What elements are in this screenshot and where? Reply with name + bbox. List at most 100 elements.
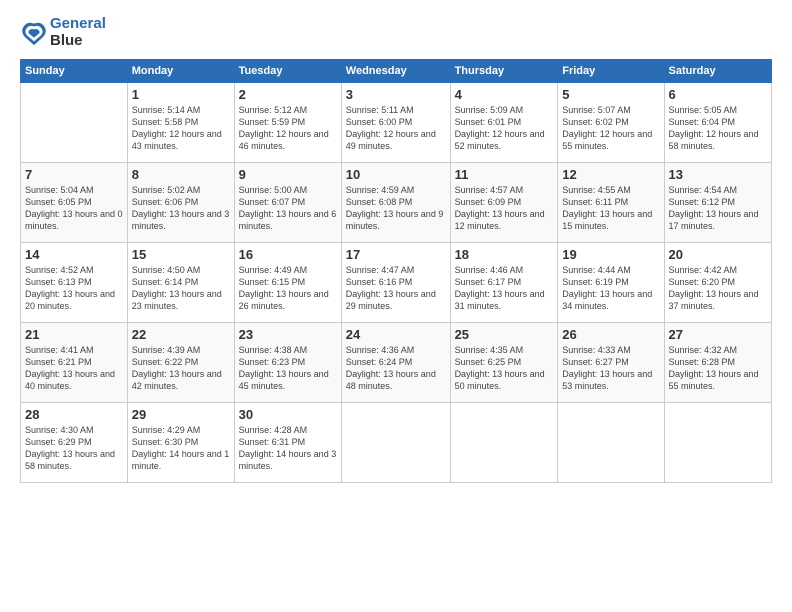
calendar-cell [341,403,450,483]
day-info: Sunrise: 4:50 AMSunset: 6:14 PMDaylight:… [132,264,230,313]
day-info: Sunrise: 4:30 AMSunset: 6:29 PMDaylight:… [25,424,123,473]
calendar-cell: 18 Sunrise: 4:46 AMSunset: 6:17 PMDayligh… [450,243,558,323]
day-info: Sunrise: 4:55 AMSunset: 6:11 PMDaylight:… [562,184,659,233]
day-info: Sunrise: 4:59 AMSunset: 6:08 PMDaylight:… [346,184,446,233]
weekday-header-saturday: Saturday [664,60,771,83]
calendar-cell: 22 Sunrise: 4:39 AMSunset: 6:22 PMDayligh… [127,323,234,403]
calendar-cell: 24 Sunrise: 4:36 AMSunset: 6:24 PMDayligh… [341,323,450,403]
day-number: 13 [669,167,767,182]
day-info: Sunrise: 4:36 AMSunset: 6:24 PMDaylight:… [346,344,446,393]
calendar-cell: 15 Sunrise: 4:50 AMSunset: 6:14 PMDayligh… [127,243,234,323]
day-info: Sunrise: 4:49 AMSunset: 6:15 PMDaylight:… [239,264,337,313]
calendar-cell: 29 Sunrise: 4:29 AMSunset: 6:30 PMDayligh… [127,403,234,483]
calendar-cell [21,83,128,163]
day-number: 8 [132,167,230,182]
day-info: Sunrise: 5:14 AMSunset: 5:58 PMDaylight:… [132,104,230,153]
calendar-cell: 14Sunrise: 4:52 AMSunset: 6:13 PMDayligh… [21,243,128,323]
day-info: Sunrise: 5:09 AMSunset: 6:01 PMDaylight:… [455,104,554,153]
day-number: 23 [239,327,337,342]
day-number: 21 [25,327,123,342]
calendar-table: SundayMondayTuesdayWednesdayThursdayFrid… [20,59,772,483]
day-info: Sunrise: 4:57 AMSunset: 6:09 PMDaylight:… [455,184,554,233]
day-info: Sunrise: 5:12 AMSunset: 5:59 PMDaylight:… [239,104,337,153]
calendar-cell [450,403,558,483]
day-number: 28 [25,407,123,422]
calendar-cell: 13Sunrise: 4:54 AMSunset: 6:12 PMDayligh… [664,163,771,243]
day-number: 17 [346,247,446,262]
calendar-cell: 19 Sunrise: 4:44 AMSunset: 6:19 PMDayligh… [558,243,664,323]
calendar-cell: 10 Sunrise: 4:59 AMSunset: 6:08 PMDayligh… [341,163,450,243]
calendar-cell: 12 Sunrise: 4:55 AMSunset: 6:11 PMDayligh… [558,163,664,243]
day-number: 6 [669,87,767,102]
weekday-header-tuesday: Tuesday [234,60,341,83]
calendar-cell: 27 Sunrise: 4:32 AMSunset: 6:28 PMDayligh… [664,323,771,403]
day-number: 19 [562,247,659,262]
day-number: 18 [455,247,554,262]
logo-text: General Blue [50,16,106,49]
day-info: Sunrise: 4:38 AMSunset: 6:23 PMDaylight:… [239,344,337,393]
weekday-header-monday: Monday [127,60,234,83]
calendar-cell: 5 Sunrise: 5:07 AMSunset: 6:02 PMDaylight… [558,83,664,163]
day-info: Sunrise: 4:29 AMSunset: 6:30 PMDaylight:… [132,424,230,473]
day-info: Sunrise: 4:42 AMSunset: 6:20 PMDaylight:… [669,264,767,313]
day-info: Sunrise: 4:52 AMSunset: 6:13 PMDaylight:… [25,264,123,313]
day-number: 3 [346,87,446,102]
day-info: Sunrise: 5:02 AMSunset: 6:06 PMDaylight:… [132,184,230,233]
header: General Blue [20,16,772,49]
calendar-cell: 7 Sunrise: 5:04 AMSunset: 6:05 PMDaylight… [21,163,128,243]
day-info: Sunrise: 5:11 AMSunset: 6:00 PMDaylight:… [346,104,446,153]
day-number: 11 [455,167,554,182]
calendar-cell: 9 Sunrise: 5:00 AMSunset: 6:07 PMDaylight… [234,163,341,243]
calendar-cell: 23 Sunrise: 4:38 AMSunset: 6:23 PMDayligh… [234,323,341,403]
calendar-cell: 20 Sunrise: 4:42 AMSunset: 6:20 PMDayligh… [664,243,771,323]
day-info: Sunrise: 4:47 AMSunset: 6:16 PMDaylight:… [346,264,446,313]
day-number: 15 [132,247,230,262]
day-number: 4 [455,87,554,102]
calendar-cell: 28 Sunrise: 4:30 AMSunset: 6:29 PMDayligh… [21,403,128,483]
page: General Blue SundayMondayTuesdayWednesda… [0,0,792,612]
day-info: Sunrise: 4:35 AMSunset: 6:25 PMDaylight:… [455,344,554,393]
calendar-cell [664,403,771,483]
day-number: 22 [132,327,230,342]
day-number: 9 [239,167,337,182]
calendar-cell [558,403,664,483]
day-number: 7 [25,167,123,182]
day-info: Sunrise: 4:39 AMSunset: 6:22 PMDaylight:… [132,344,230,393]
day-info: Sunrise: 4:28 AMSunset: 6:31 PMDaylight:… [239,424,337,473]
calendar-cell: 25Sunrise: 4:35 AMSunset: 6:25 PMDayligh… [450,323,558,403]
logo: General Blue [20,16,106,49]
day-number: 30 [239,407,337,422]
weekday-header-sunday: Sunday [21,60,128,83]
day-info: Sunrise: 5:05 AMSunset: 6:04 PMDaylight:… [669,104,767,153]
day-info: Sunrise: 4:32 AMSunset: 6:28 PMDaylight:… [669,344,767,393]
calendar-cell: 1 Sunrise: 5:14 AMSunset: 5:58 PMDaylight… [127,83,234,163]
day-number: 10 [346,167,446,182]
calendar-cell: 8 Sunrise: 5:02 AMSunset: 6:06 PMDaylight… [127,163,234,243]
calendar-cell: 11 Sunrise: 4:57 AMSunset: 6:09 PMDayligh… [450,163,558,243]
day-number: 2 [239,87,337,102]
day-info: Sunrise: 4:41 AMSunset: 6:21 PMDaylight:… [25,344,123,393]
day-number: 12 [562,167,659,182]
calendar-cell: 4 Sunrise: 5:09 AMSunset: 6:01 PMDaylight… [450,83,558,163]
calendar-cell: 3 Sunrise: 5:11 AMSunset: 6:00 PMDaylight… [341,83,450,163]
day-number: 24 [346,327,446,342]
day-info: Sunrise: 5:04 AMSunset: 6:05 PMDaylight:… [25,184,123,233]
day-info: Sunrise: 4:46 AMSunset: 6:17 PMDaylight:… [455,264,554,313]
day-info: Sunrise: 5:07 AMSunset: 6:02 PMDaylight:… [562,104,659,153]
weekday-header-wednesday: Wednesday [341,60,450,83]
calendar-cell: 16Sunrise: 4:49 AMSunset: 6:15 PMDayligh… [234,243,341,323]
weekday-header-thursday: Thursday [450,60,558,83]
day-number: 20 [669,247,767,262]
day-info: Sunrise: 4:33 AMSunset: 6:27 PMDaylight:… [562,344,659,393]
day-number: 5 [562,87,659,102]
calendar-cell: 26 Sunrise: 4:33 AMSunset: 6:27 PMDayligh… [558,323,664,403]
calendar-cell: 21 Sunrise: 4:41 AMSunset: 6:21 PMDayligh… [21,323,128,403]
day-number: 29 [132,407,230,422]
day-info: Sunrise: 4:44 AMSunset: 6:19 PMDaylight:… [562,264,659,313]
day-number: 1 [132,87,230,102]
calendar-cell: 2 Sunrise: 5:12 AMSunset: 5:59 PMDaylight… [234,83,341,163]
day-info: Sunrise: 5:00 AMSunset: 6:07 PMDaylight:… [239,184,337,233]
day-number: 27 [669,327,767,342]
weekday-header-friday: Friday [558,60,664,83]
day-number: 26 [562,327,659,342]
